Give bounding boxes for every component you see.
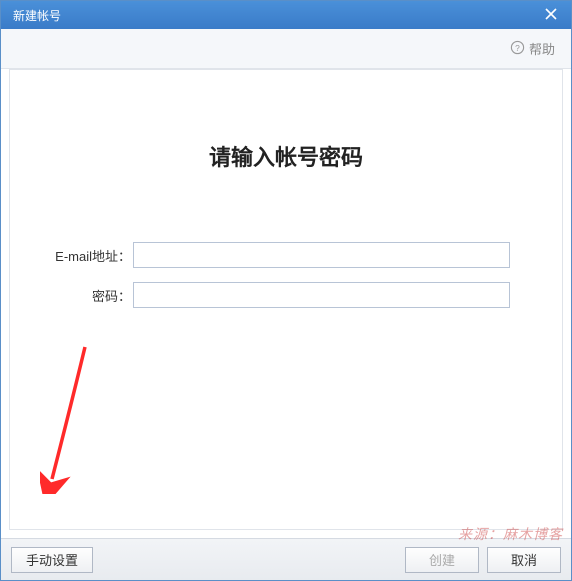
- page-heading: 请输入帐号密码: [10, 140, 562, 172]
- svg-text:?: ?: [515, 42, 520, 52]
- toolbar: ? 帮助: [1, 29, 571, 69]
- create-button[interactable]: 创建: [405, 547, 479, 573]
- help-icon: ?: [510, 40, 525, 58]
- arrow-icon: [40, 481, 95, 498]
- password-input[interactable]: [133, 282, 510, 308]
- dialog-window: 新建帐号 ? 帮助 请输入帐号密码 E-mail地址： 密码：: [0, 0, 572, 581]
- email-row: E-mail地址：: [38, 242, 510, 268]
- email-input[interactable]: [133, 242, 510, 268]
- help-label: 帮助: [529, 39, 555, 58]
- manual-setup-button[interactable]: 手动设置: [11, 547, 93, 573]
- annotation-arrow: [40, 339, 95, 499]
- title-bar: 新建帐号: [1, 1, 571, 29]
- footer-bar: 手动设置 创建 取消: [1, 538, 571, 580]
- content-area: 请输入帐号密码 E-mail地址： 密码：: [9, 69, 563, 530]
- email-label: E-mail地址：: [38, 246, 133, 265]
- window-title: 新建帐号: [13, 7, 61, 24]
- help-link[interactable]: ? 帮助: [510, 39, 555, 58]
- password-row: 密码：: [38, 282, 510, 308]
- cancel-button[interactable]: 取消: [487, 547, 561, 573]
- credentials-form: E-mail地址： 密码：: [10, 242, 562, 322]
- close-button[interactable]: [531, 1, 571, 29]
- password-label: 密码：: [38, 286, 133, 305]
- close-icon: [545, 8, 557, 23]
